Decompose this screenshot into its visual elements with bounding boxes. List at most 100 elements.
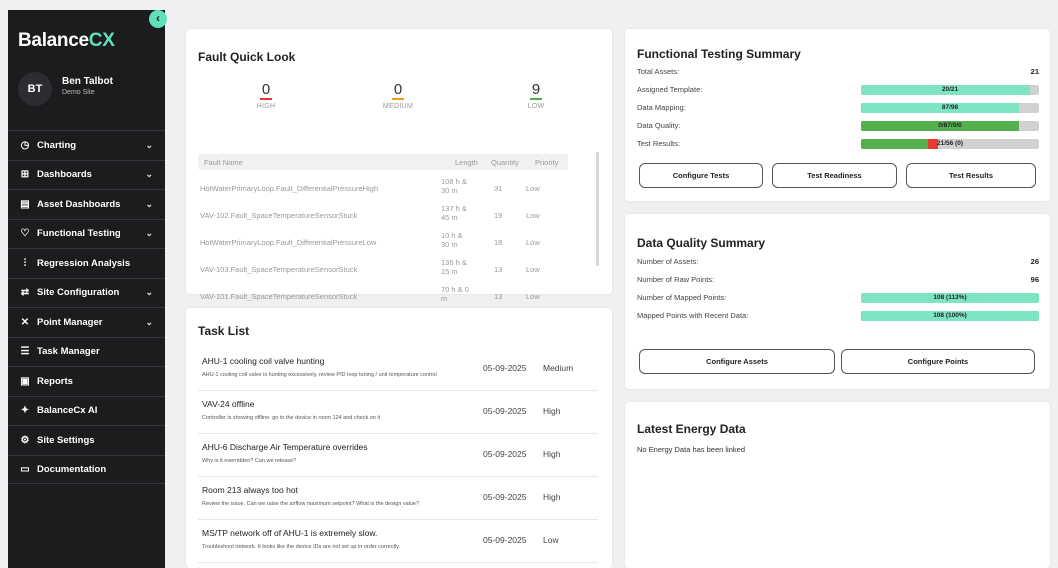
fault-length: 136 h & 15 m: [441, 258, 467, 276]
task-date: 05-09-2025: [483, 406, 527, 416]
user-site: Demo Site: [62, 89, 95, 96]
progress-bar: 0/87/0/0: [861, 121, 1039, 131]
fault-quantity: 13: [494, 292, 503, 301]
fault-priority: Low: [526, 292, 540, 301]
sidebar-item-functional-testing[interactable]: ♡ Functional Testing ⌄: [8, 218, 165, 249]
sidebar-nav: ◷ Charting ⌄ ⊞ Dashboards ⌄ ▤ Asset Dashboards ⌄…: [8, 130, 165, 484]
sidebar-item-label: Task Manager: [37, 346, 100, 358]
functional-testing-card: Functional Testing Summary Total Assets:…: [625, 29, 1050, 201]
fault-row[interactable]: HotWaterPrimaryLoop.Fault_DifferentialPr…: [198, 229, 588, 256]
configure-tests-button[interactable]: Configure Tests: [639, 163, 763, 188]
user-profile[interactable]: BT Ben Talbot Demo Site: [18, 72, 113, 106]
avatar: BT: [18, 72, 52, 106]
energy-empty-text: No Energy Data has been linked: [637, 445, 745, 454]
fault-name: HotWaterPrimaryLoop.Fault_DifferentialPr…: [200, 238, 377, 247]
sidebar-item-reports[interactable]: ▣ Reports: [8, 366, 165, 396]
task-title: AHU-1 cooling coil valve hunting: [202, 356, 325, 366]
card-title: Task List: [198, 324, 250, 338]
nav-icon: ✕: [20, 316, 30, 328]
task-date: 05-09-2025: [483, 363, 527, 373]
row-label: Total Assets:: [637, 67, 680, 76]
fault-name: VAV-101.Fault_SpaceTemperatureSensorStuc…: [200, 292, 358, 301]
chevron-down-icon[interactable]: ⌄: [145, 199, 153, 210]
fault-priority: Low: [526, 265, 540, 274]
row-value: 96: [1030, 275, 1039, 284]
test-results-button[interactable]: Test Results: [906, 163, 1036, 188]
col-length[interactable]: Length: [455, 158, 478, 167]
count-value: 0: [259, 81, 273, 100]
sidebar-item-charting[interactable]: ◷ Charting ⌄: [8, 130, 165, 160]
configure-assets-button[interactable]: Configure Assets: [639, 349, 835, 374]
row-label: Data Mapping:: [637, 103, 686, 112]
progress-text: 108 (100%): [933, 312, 967, 319]
sidebar-item-task-manager[interactable]: ☰ Task Manager: [8, 336, 165, 367]
col-fault-name[interactable]: Fault Name: [204, 158, 243, 167]
test-readiness-button[interactable]: Test Readiness: [772, 163, 897, 188]
sidebar-item-point-manager[interactable]: ✕ Point Manager ⌄: [8, 307, 165, 337]
task-list-card: Task List AHU-1 cooling coil valve hunti…: [186, 308, 612, 568]
sidebar-item-label: Functional Testing: [37, 228, 121, 240]
progress-bar: 20/21: [861, 85, 1039, 95]
task-priority: High: [543, 449, 561, 459]
summary-row: Number of Mapped Points: 108 (113%): [637, 290, 1039, 308]
row-label: Data Quality:: [637, 121, 681, 130]
fault-count-medium[interactable]: 0 MEDIUM: [368, 81, 428, 110]
task-item[interactable]: VAV-24 offline Controller is showing offl…: [198, 391, 598, 434]
fault-length: 70 h & 0 m: [441, 285, 469, 303]
fault-count-low[interactable]: 9 LOW: [506, 81, 566, 110]
sidebar-item-site-settings[interactable]: ⚙ Site Settings: [8, 425, 165, 455]
task-description: Why is it overridden? Can we release?: [202, 458, 297, 464]
fault-count-high[interactable]: 0 HIGH: [236, 81, 296, 110]
task-priority: High: [543, 492, 561, 502]
sidebar-item-dashboards[interactable]: ⊞ Dashboards ⌄: [8, 159, 165, 190]
row-label: Number of Raw Points:: [637, 275, 715, 284]
fault-table-scrollbar[interactable]: [596, 152, 599, 266]
summary-row: Number of Raw Points: 96: [637, 272, 1039, 290]
chevron-down-icon[interactable]: ⌄: [145, 140, 153, 151]
chevron-down-icon[interactable]: ⌄: [145, 317, 153, 328]
task-item[interactable]: MS/TP network off of AHU-1 is extremely …: [198, 520, 598, 563]
task-title: MS/TP network off of AHU-1 is extremely …: [202, 528, 378, 538]
fault-row[interactable]: HotWaterPrimaryLoop.Fault_DifferentialPr…: [198, 175, 588, 202]
task-item[interactable]: AHU-1 cooling coil valve hunting AHU-1 co…: [198, 348, 598, 391]
brand-logo[interactable]: BalanceCX: [18, 30, 115, 52]
task-date: 05-09-2025: [483, 535, 527, 545]
col-priority[interactable]: Priority: [535, 158, 558, 167]
sidebar-item-label: Reports: [37, 375, 73, 387]
sidebar-item-documentation[interactable]: ▭ Documentation: [8, 454, 165, 484]
count-label: MEDIUM: [382, 103, 414, 110]
total-assets-row: Total Assets: 21: [637, 64, 1039, 82]
sidebar-item-regression-analysis[interactable]: ⫶ Regression Analysis: [8, 248, 165, 278]
card-title: Latest Energy Data: [637, 422, 746, 436]
chevron-down-icon[interactable]: ⌄: [145, 169, 153, 180]
brand-main: Balance: [18, 30, 89, 51]
fault-quantity: 31: [494, 184, 503, 193]
progress-text: 108 (113%): [933, 294, 967, 301]
fault-row[interactable]: VAV-103.Fault_SpaceTemperatureSensorStuc…: [198, 256, 588, 283]
sidebar-item-label: Regression Analysis: [37, 257, 131, 269]
chevron-down-icon[interactable]: ⌄: [145, 287, 153, 298]
configure-points-button[interactable]: Configure Points: [841, 349, 1035, 374]
task-item[interactable]: Room 213 always too hot Review the issue.…: [198, 477, 598, 520]
sidebar-item-asset-dashboards[interactable]: ▤ Asset Dashboards ⌄: [8, 189, 165, 219]
count-label: LOW: [527, 103, 545, 110]
task-priority: High: [543, 406, 561, 416]
progress-text: 20/21: [941, 86, 959, 93]
nav-icon: ◷: [20, 139, 30, 151]
sidebar-item-label: Charting: [37, 139, 77, 151]
task-title: AHU-6 Discharge Air Temperature override…: [202, 442, 368, 452]
fault-table-header: Fault Name Length Quantity Priority: [198, 154, 568, 170]
count-label: HIGH: [256, 103, 276, 110]
col-quantity[interactable]: Quantity: [491, 158, 519, 167]
summary-row: Mapped Points with Recent Data: 108 (100%…: [637, 308, 1039, 326]
collapse-sidebar-button[interactable]: ‹: [149, 10, 167, 28]
sidebar-item-balancecx-ai[interactable]: ✦ BalanceCx AI: [8, 395, 165, 426]
fault-row[interactable]: VAV-102.Fault_SpaceTemperatureSensorStuc…: [198, 202, 588, 229]
sidebar-item-site-configuration[interactable]: ⇄ Site Configuration ⌄: [8, 277, 165, 308]
fault-priority: Low: [526, 211, 540, 220]
chevron-down-icon[interactable]: ⌄: [145, 228, 153, 239]
fault-row[interactable]: VAV-101.Fault_SpaceTemperatureSensorStuc…: [198, 283, 588, 310]
fault-name: VAV-103.Fault_SpaceTemperatureSensorStuc…: [200, 265, 358, 274]
summary-row: Assigned Template: 20/21: [637, 82, 1039, 100]
task-item[interactable]: AHU-6 Discharge Air Temperature override…: [198, 434, 598, 477]
